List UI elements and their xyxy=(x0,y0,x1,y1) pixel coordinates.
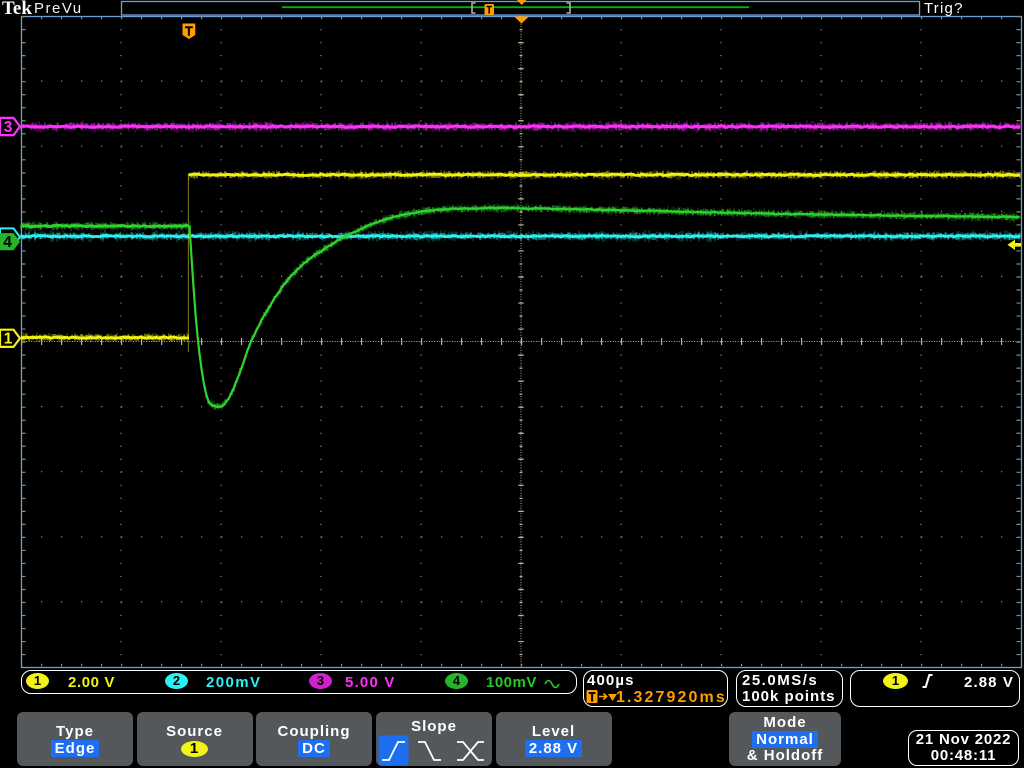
svg-text:1: 1 xyxy=(4,331,13,348)
svg-text:3: 3 xyxy=(4,119,13,136)
svg-text:4: 4 xyxy=(3,234,12,251)
